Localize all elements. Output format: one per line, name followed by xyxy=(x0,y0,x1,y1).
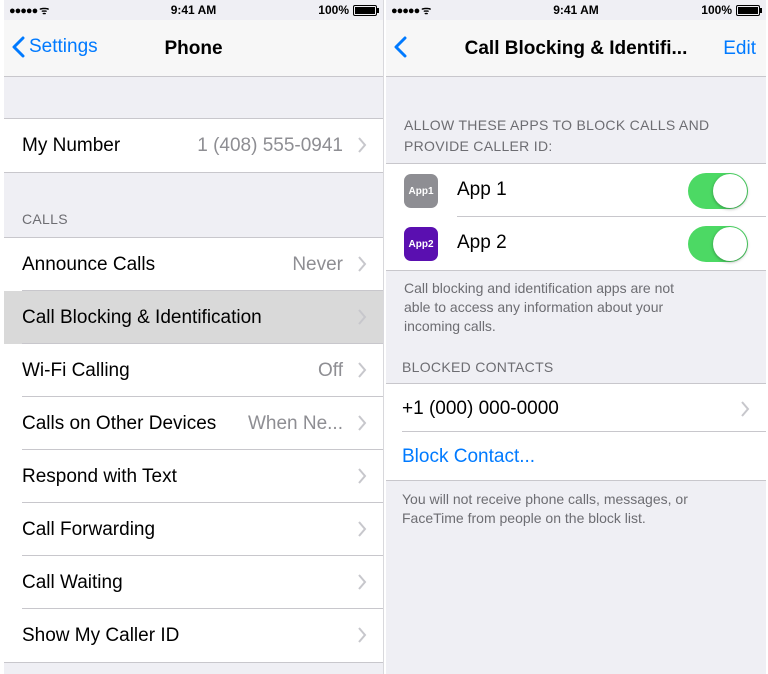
row-label: My Number xyxy=(22,134,121,156)
app-1-icon: App1 xyxy=(404,174,438,208)
calls-section-header: CALLS xyxy=(22,211,68,227)
row-label: Wi-Fi Calling xyxy=(22,359,130,381)
phone-settings-screen: ●●●●● ᯤ 9:41 AM 100% Settings Phone My N… xyxy=(4,0,384,674)
apps-header-line-2: PROVIDE CALLER ID: xyxy=(404,138,553,154)
battery-icon xyxy=(736,4,762,16)
status-bar: ●●●●● ᯤ 9:41 AM 100% xyxy=(386,0,766,20)
call-blocking-screen: ●●●●● ᯤ 9:41 AM 100% Call Blocking & Ide… xyxy=(386,0,766,674)
page-title: Phone xyxy=(164,38,223,59)
battery-percent: 100% xyxy=(318,3,349,17)
battery-indicator: 100% xyxy=(318,3,379,17)
row-label: Announce Calls xyxy=(22,253,156,275)
app-name: App 1 xyxy=(457,179,507,200)
chevron-right-icon xyxy=(358,362,367,378)
battery-icon xyxy=(353,4,379,16)
app-row: App2 App 2 xyxy=(386,217,766,270)
edit-button[interactable]: Edit xyxy=(723,38,756,60)
blocked-footer-line-1: You will not receive phone calls, messag… xyxy=(402,491,688,507)
page-title: Call Blocking & Identifi... xyxy=(464,38,688,59)
row-value: Never xyxy=(292,253,343,275)
apps-section-header: ALLOW THESE APPS TO BLOCK CALLS AND PROV… xyxy=(404,115,709,157)
chevron-right-icon xyxy=(358,627,367,643)
block-contact-button[interactable]: Block Contact... xyxy=(386,432,766,480)
blocked-contact-number: +1 (000) 000-0000 xyxy=(402,398,559,419)
app-name: App 2 xyxy=(457,232,507,253)
show-my-caller-id-row[interactable]: Show My Caller ID xyxy=(4,609,383,662)
call-blocking-identification-row[interactable]: Call Blocking & Identification xyxy=(4,291,383,344)
apps-header-line-1: ALLOW THESE APPS TO BLOCK CALLS AND xyxy=(404,117,710,133)
row-label: Show My Caller ID xyxy=(22,624,180,646)
chevron-right-icon xyxy=(358,574,367,590)
my-number-row[interactable]: My Number 1 (408) 555-0941 xyxy=(4,119,383,172)
apps-footer-line-2: able to access any information about you… xyxy=(404,299,664,315)
apps-footer-line-1: Call blocking and identification apps ar… xyxy=(404,280,675,296)
respond-with-text-row[interactable]: Respond with Text xyxy=(4,450,383,503)
row-value: 1 (408) 555-0941 xyxy=(197,134,343,156)
chevron-right-icon xyxy=(358,521,367,537)
chevron-right-icon xyxy=(358,468,367,484)
blocked-footer-text: You will not receive phone calls, messag… xyxy=(402,490,748,528)
row-label: Call Forwarding xyxy=(22,518,156,540)
chevron-right-icon xyxy=(358,415,367,431)
app-2-toggle[interactable] xyxy=(688,226,748,262)
status-bar: ●●●●● ᯤ 9:41 AM 100% xyxy=(4,0,383,20)
blocked-contacts-group: +1 (000) 000-0000 Block Contact... xyxy=(386,383,766,481)
app-1-toggle[interactable] xyxy=(688,173,748,209)
row-label: Respond with Text xyxy=(22,465,177,487)
apps-group: App1 App 1 App2 App 2 xyxy=(386,163,766,271)
row-value: Off xyxy=(318,359,343,381)
blocked-footer-line-2: FaceTime from people on the block list. xyxy=(402,510,646,526)
wifi-calling-row[interactable]: Wi-Fi Calling Off xyxy=(4,344,383,397)
battery-indicator: 100% xyxy=(701,3,762,17)
calls-on-other-devices-row[interactable]: Calls on Other Devices When Ne... xyxy=(4,397,383,450)
call-forwarding-row[interactable]: Call Forwarding xyxy=(4,503,383,556)
row-label: Call Blocking & Identification xyxy=(22,306,262,328)
blocked-contacts-header: BLOCKED CONTACTS xyxy=(402,359,554,375)
app-2-icon: App2 xyxy=(404,227,438,261)
row-label: Call Waiting xyxy=(22,571,123,593)
blocked-contact-row[interactable]: +1 (000) 000-0000 xyxy=(386,384,766,432)
announce-calls-row[interactable]: Announce Calls Never xyxy=(4,238,383,291)
calls-group: Announce Calls Never Call Blocking & Ide… xyxy=(4,237,383,663)
my-number-group: My Number 1 (408) 555-0941 xyxy=(4,118,383,173)
battery-percent: 100% xyxy=(701,3,732,17)
chevron-right-icon xyxy=(358,256,367,272)
row-label: Calls on Other Devices xyxy=(22,412,217,434)
chevron-right-icon xyxy=(358,309,367,325)
app-row: App1 App 1 xyxy=(386,164,766,217)
apps-footer-line-3: incoming calls. xyxy=(404,318,496,334)
apps-footer-text: Call blocking and identification apps ar… xyxy=(404,279,748,336)
navigation-bar: Settings Phone xyxy=(4,20,383,77)
navigation-bar: Call Blocking & Identifi... Edit xyxy=(386,20,766,77)
chevron-right-icon xyxy=(741,401,750,417)
chevron-right-icon xyxy=(358,137,367,153)
row-value: When Ne... xyxy=(247,412,343,434)
call-waiting-row[interactable]: Call Waiting xyxy=(4,556,383,609)
block-contact-label: Block Contact... xyxy=(402,446,536,467)
